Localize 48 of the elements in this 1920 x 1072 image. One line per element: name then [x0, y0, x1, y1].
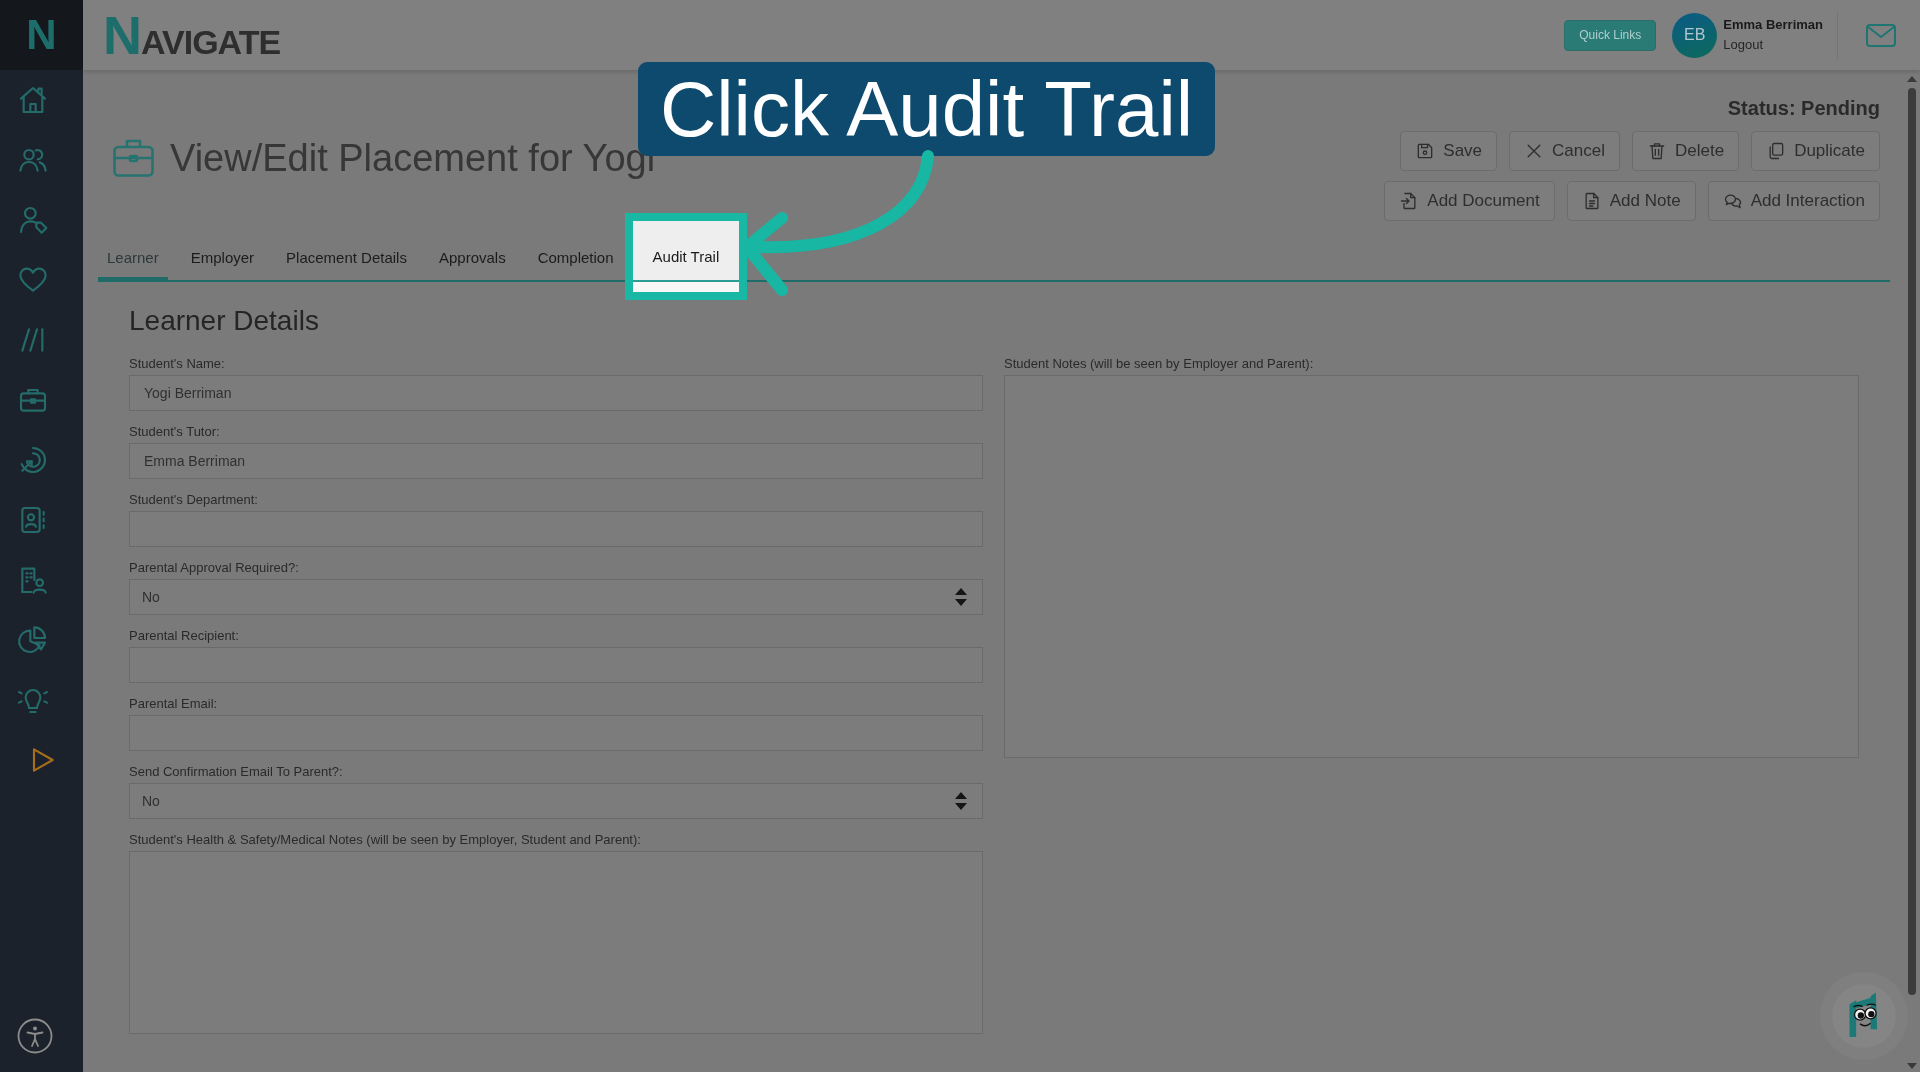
quick-links-button[interactable]: Quick Links — [1564, 19, 1657, 51]
text-field[interactable]: Yogi Berriman — [129, 375, 983, 411]
scroll-down-icon[interactable] — [1907, 1063, 1917, 1069]
select-field[interactable]: No — [129, 783, 983, 819]
field-label: Student's Name: — [129, 356, 226, 372]
add-document-button[interactable]: Add Document — [1384, 181, 1555, 221]
field-label: Student's Health & Safety/Medical Notes (will be seen by Employer, Student and Parent): — [129, 832, 642, 848]
field-label: Parental Approval Required?: — [129, 560, 300, 576]
scrollbar-thumb[interactable] — [1908, 88, 1916, 995]
tab[interactable]: Audit Trail — [624, 213, 748, 300]
pie-chart-icon[interactable] — [17, 624, 49, 656]
accessibility-icon[interactable] — [17, 1018, 53, 1054]
logout-link[interactable]: Logout — [1723, 37, 1823, 53]
user-name: Emma Berriman — [1723, 17, 1823, 33]
app-logo[interactable]: NAVIGATE — [103, 8, 281, 62]
status-text: Status: Pending — [1727, 96, 1880, 120]
duplicate-button[interactable]: Duplicate — [1751, 131, 1880, 171]
field-label: Parental Email: — [129, 696, 219, 712]
tab[interactable]: Completion — [528, 234, 623, 280]
text-field[interactable]: Emma Berriman — [129, 443, 983, 479]
tab[interactable]: Placement Details — [277, 234, 416, 280]
tab[interactable]: Learner — [98, 234, 168, 280]
sidebar-logo[interactable]: N — [26, 14, 57, 56]
scroll-up-icon[interactable] — [1907, 76, 1917, 82]
trash-icon — [1647, 141, 1667, 161]
tab[interactable]: Employer — [181, 234, 264, 280]
field-label: Student's Department: — [129, 492, 259, 508]
field-label: Student's Tutor: — [129, 424, 221, 440]
home-icon[interactable] — [17, 84, 49, 116]
chat-bubbles-icon — [1722, 191, 1743, 211]
tab[interactable]: Approvals — [429, 234, 515, 280]
user-avatar: EB — [1672, 12, 1718, 58]
select-arrows-icon — [955, 792, 967, 810]
mail-icon[interactable] — [1866, 23, 1896, 47]
save-button[interactable]: Save — [1400, 131, 1498, 171]
field-label: Student Notes (will be seen by Employer and Parent): — [1004, 356, 1315, 372]
add-interaction-button[interactable]: Add Interaction — [1707, 181, 1880, 221]
field-label: Parental Recipient: — [129, 628, 240, 644]
scrollbar[interactable] — [1904, 70, 1920, 1072]
select-field[interactable]: No — [129, 579, 983, 615]
briefcase-icon — [113, 139, 154, 177]
cancel-button[interactable]: Cancel — [1509, 131, 1620, 171]
section-heading: Learner Details — [129, 304, 320, 338]
field-label: Send Confirmation Email To Parent?: — [129, 764, 344, 780]
delete-button[interactable]: Delete — [1632, 131, 1740, 171]
select-arrows-icon — [955, 588, 967, 606]
user-tag-icon[interactable] — [17, 204, 49, 236]
add-note-button[interactable]: Add Note — [1566, 181, 1696, 221]
